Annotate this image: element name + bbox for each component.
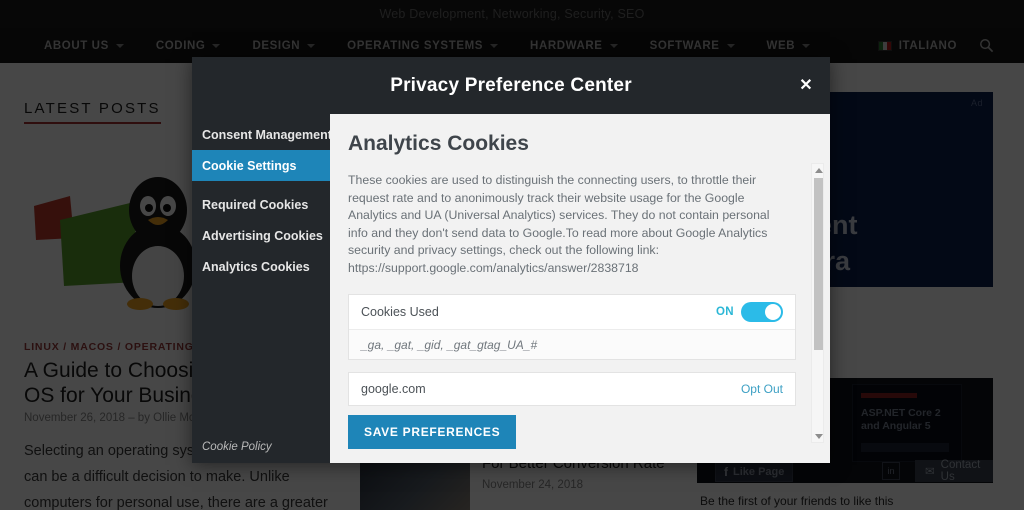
privacy-preference-center-modal: Privacy Preference Center ✕ Consent Mana…	[192, 57, 830, 463]
sidebar-item-label: Consent Management	[202, 127, 332, 142]
cookie-domain-card: google.com Opt Out	[348, 372, 796, 406]
toggle-knob	[765, 304, 781, 320]
sidebar-item-required-cookies[interactable]: Required Cookies	[192, 189, 330, 220]
save-preferences-button[interactable]: SAVE PREFERENCES	[348, 415, 517, 449]
chevron-down-icon[interactable]	[812, 430, 825, 442]
cookies-toggle-group: ON	[716, 302, 783, 322]
sidebar-item-analytics-cookies[interactable]: Analytics Cookies	[192, 251, 330, 282]
sidebar-item-label: Analytics Cookies	[202, 259, 310, 274]
cookie-domain-name: google.com	[361, 382, 426, 396]
cookie-domain-row: google.com Opt Out	[349, 373, 795, 405]
sidebar-divider	[192, 181, 330, 189]
modal-title: Privacy Preference Center	[390, 74, 632, 96]
panel-heading: Analytics Cookies	[348, 132, 529, 155]
cookies-used-row: Cookies Used ON	[349, 295, 795, 329]
close-icon[interactable]: ✕	[796, 76, 816, 96]
modal-header: Privacy Preference Center ✕	[192, 57, 830, 114]
cookies-used-card: Cookies Used ON _ga, _gat, _gid, _gat_gt…	[348, 294, 796, 360]
cookie-names-row: _ga, _gat, _gid, _gat_gtag_UA_#	[349, 329, 795, 359]
modal-content-panel: Analytics Cookies These cookies are used…	[330, 114, 830, 463]
cookies-used-label: Cookies Used	[361, 305, 439, 319]
sidebar-item-label: Required Cookies	[202, 197, 309, 212]
cookies-used-toggle[interactable]	[741, 302, 783, 322]
modal-body: Consent Management Cookie Settings Requi…	[192, 114, 830, 463]
chevron-up-icon[interactable]	[812, 164, 825, 176]
sidebar-item-label: Cookie Settings	[202, 158, 297, 173]
scrollbar-thumb[interactable]	[814, 178, 823, 350]
sidebar-item-cookie-settings[interactable]: Cookie Settings	[192, 150, 350, 181]
modal-sidebar: Consent Management Cookie Settings Requi…	[192, 114, 350, 463]
toggle-state-label: ON	[715, 306, 734, 318]
cookie-policy-link[interactable]: Cookie Policy	[202, 441, 272, 453]
screenshot-root: Web Development, Networking, Security, S…	[0, 0, 1024, 510]
sidebar-item-label: Advertising Cookies	[202, 228, 323, 243]
panel-description: These cookies are used to distinguish th…	[348, 173, 770, 275]
panel-scrollbar[interactable]	[811, 163, 824, 443]
sidebar-item-consent-management[interactable]: Consent Management	[192, 119, 332, 150]
opt-out-link[interactable]: Opt Out	[741, 382, 783, 396]
cookie-names-value: _ga, _gat, _gid, _gat_gtag_UA_#	[361, 337, 538, 352]
sidebar-item-advertising-cookies[interactable]: Advertising Cookies	[192, 220, 330, 251]
